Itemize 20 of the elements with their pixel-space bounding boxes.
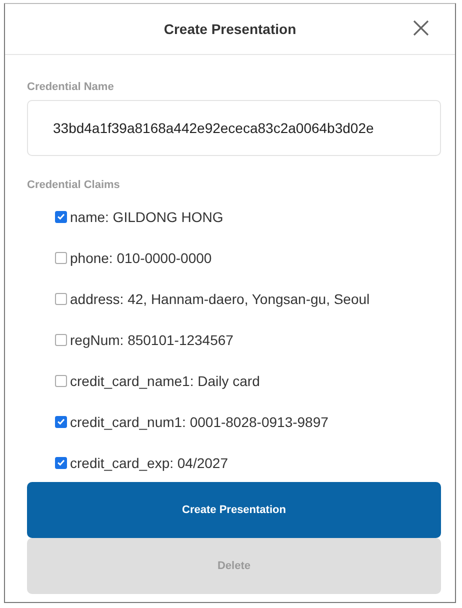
checkbox[interactable] <box>55 252 67 264</box>
field-label: Credential Name <box>27 81 115 93</box>
claim-label: name: GILDONG HONG <box>70 208 224 224</box>
section-label: Credential Claims <box>27 179 121 191</box>
claim-label: credit_card_exp: 04/2027 <box>70 454 228 470</box>
checkbox[interactable] <box>55 334 67 346</box>
checkbox[interactable] <box>55 292 67 304</box>
checkbox[interactable] <box>55 374 67 386</box>
checkbox[interactable] <box>55 210 67 222</box>
checkbox[interactable] <box>55 416 67 428</box>
close-icon[interactable] <box>411 18 431 38</box>
credential-name-field[interactable]: 33bd4a1f39a8168a442e92ececa83c2a0064b3d02e <box>27 100 441 156</box>
dialog-title: Create Presentation <box>164 21 296 37</box>
create-button[interactable]: Create Presentation <box>27 482 441 538</box>
claim-label: credit_card_name1: Daily card <box>70 372 260 388</box>
claim-label: phone: 010-0000-0000 <box>70 250 212 266</box>
claim-label: credit_card_num1: 0001-8028-0913-9897 <box>70 414 328 430</box>
claim-label: regNum: 850101-1234567 <box>70 332 234 348</box>
claim-label: address: 42, Hannam-daero, Yongsan-gu, Seoul <box>70 290 370 306</box>
checkbox[interactable] <box>55 456 67 468</box>
